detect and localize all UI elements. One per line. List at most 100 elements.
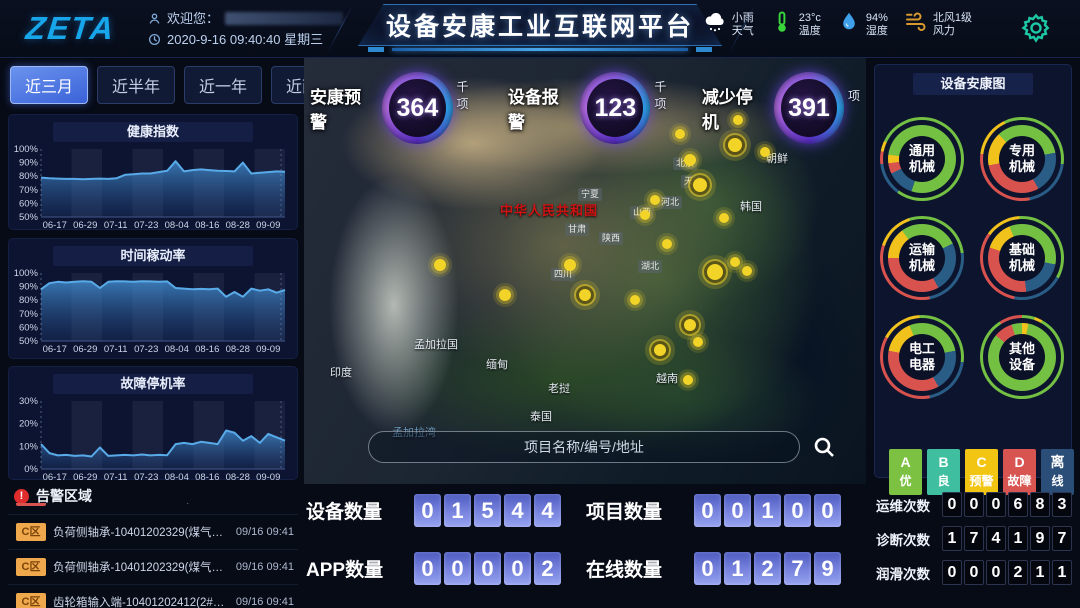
project-marker[interactable] <box>564 259 576 271</box>
project-marker[interactable] <box>662 239 672 249</box>
digit: 0 <box>964 492 984 517</box>
project-marker[interactable] <box>730 257 740 267</box>
svg-text:10%: 10% <box>19 441 39 452</box>
weather-value: 小雨 <box>732 12 754 25</box>
gauge-label-line1: 基础 <box>1009 242 1035 258</box>
legend-离: 离线 <box>1041 449 1074 495</box>
map-label: 缅甸 <box>486 356 508 372</box>
gauge-基础机械[interactable]: 基础机械 <box>980 216 1064 300</box>
alert-row[interactable]: C区齿轮箱输入端-10401202412(2#（2V）...09/16 09:4… <box>8 585 298 608</box>
province-chip: 甘肃 <box>565 223 589 236</box>
project-marker[interactable] <box>683 375 693 385</box>
alert-row[interactable]: C区负荷侧轴承-10401202329(煤气引风机电...09/16 09:41 <box>8 550 298 585</box>
settings-gear-icon[interactable] <box>1020 12 1052 44</box>
alert-zone-badge: B区 <box>16 503 46 506</box>
alert-row[interactable]: B区负荷侧轴承-10401202329(煤气引风机电...09/16 09:41 <box>8 503 298 515</box>
gauge-专用机械[interactable]: 专用机械 <box>980 117 1064 201</box>
stat-润滑次数: 润滑次数000211 <box>876 560 1072 585</box>
filter-button-1[interactable]: 近三月 <box>10 66 88 104</box>
project-marker[interactable] <box>742 266 752 276</box>
digit: 5 <box>474 494 501 527</box>
gauge-label-line2: 机械 <box>1009 258 1035 274</box>
kpi-row: 安康预警364千项设备报警123千项减少停机391项 <box>310 72 860 144</box>
svg-text:07-11: 07-11 <box>104 472 128 483</box>
project-marker[interactable] <box>434 259 446 271</box>
svg-text:07-11: 07-11 <box>104 220 128 231</box>
project-marker[interactable] <box>499 289 511 301</box>
gauge-label: 其他设备 <box>999 334 1045 380</box>
map-label: 泰国 <box>530 408 552 424</box>
gauge-通用机械[interactable]: 通用机械 <box>880 117 964 201</box>
weather-strip: 小雨天气 23°c温度 94%湿度 北风1级风力 <box>703 10 972 39</box>
stat-label: 运维次数 <box>876 495 934 515</box>
top-bar: ZETA 欢迎您： 2020-9-16 09:40:40 星期三 设备安康工业互… <box>0 0 1080 58</box>
project-marker[interactable] <box>650 195 660 205</box>
welcome-block: 欢迎您： 2020-9-16 09:40:40 星期三 <box>148 8 343 50</box>
project-marker[interactable] <box>684 154 696 166</box>
china-map[interactable]: 中华人民共和国朝鲜韩国印度孟加拉国缅甸老挝泰国越南孟加拉湾宁夏山西河北北京天津陕… <box>304 58 866 484</box>
title-decoration <box>392 48 688 51</box>
project-marker[interactable] <box>707 264 723 280</box>
search-icon[interactable] <box>812 435 836 459</box>
filter-button-3[interactable]: 近一年 <box>184 66 262 104</box>
chart-svg: 100%90%80%70%60%50%06-1706-2907-1107-230… <box>9 144 293 232</box>
project-marker[interactable] <box>654 344 666 356</box>
digit: 0 <box>414 552 441 585</box>
svg-text:06-17: 06-17 <box>43 472 67 483</box>
digit: 1 <box>1008 526 1028 551</box>
counter-grid: 设备数量01544项目数量00100APP数量00002在线数量01279 <box>306 490 866 588</box>
map-search-box[interactable] <box>368 431 800 463</box>
digit: 0 <box>986 560 1006 585</box>
clock-icon <box>148 33 161 46</box>
svg-text:50%: 50% <box>19 212 39 223</box>
filter-button-2[interactable]: 近半年 <box>97 66 175 104</box>
project-marker[interactable] <box>760 147 770 157</box>
page-title-frame: 设备安康工业互联网平台 <box>358 4 722 46</box>
kpi-ring: 364 <box>382 72 452 144</box>
svg-text:70%: 70% <box>19 309 39 320</box>
gauge-运输机械[interactable]: 运输机械 <box>880 216 964 300</box>
alert-text: 负荷侧轴承-10401202329(煤气引风机电... <box>53 524 229 540</box>
svg-text:90%: 90% <box>19 158 39 169</box>
project-marker[interactable] <box>693 337 703 347</box>
svg-text:08-16: 08-16 <box>195 344 219 355</box>
weather-label: 湿度 <box>866 25 888 38</box>
project-marker[interactable] <box>719 213 729 223</box>
alert-row[interactable]: C区负荷侧轴承-10401202329(煤气引风机电...09/16 09:41 <box>8 515 298 550</box>
weather-item: 23°c温度 <box>770 10 821 39</box>
legend-B: B良 <box>927 449 960 495</box>
project-marker[interactable] <box>640 210 650 220</box>
svg-text:70%: 70% <box>19 185 39 196</box>
counter-APP数量: APP数量00002 <box>306 548 586 588</box>
project-marker[interactable] <box>630 295 640 305</box>
gauge-label: 电工电器 <box>899 334 945 380</box>
digit: 0 <box>784 494 811 527</box>
fault-downtime-panel: 故障停机率 30%20%10%0%06-1706-2907-1107-2308-… <box>8 366 298 480</box>
weather-text: 小雨天气 <box>732 12 754 38</box>
alert-time: 09/16 09:41 <box>236 596 294 608</box>
map-label: 中华人民共和国 <box>500 200 598 219</box>
kpi-label: 减少停机 <box>702 83 768 133</box>
project-marker[interactable] <box>579 289 591 301</box>
counter-digits: 01544 <box>414 494 561 527</box>
weather-text: 北风1级风力 <box>933 12 972 38</box>
weather-value: 94% <box>866 12 888 25</box>
alert-list[interactable]: B区负荷侧轴承-10401202329(煤气引风机电...09/16 09:41… <box>8 503 298 608</box>
project-marker[interactable] <box>693 178 707 192</box>
weather-label: 天气 <box>732 25 754 38</box>
project-marker[interactable] <box>684 319 696 331</box>
gauge-label: 运输机械 <box>899 235 945 281</box>
search-input[interactable] <box>391 438 778 456</box>
map-label: 孟加拉国 <box>414 336 458 352</box>
digit: 9 <box>814 552 841 585</box>
maintenance-stats: 运维次数000683诊断次数174197润滑次数000211 <box>876 492 1072 585</box>
counter-项目数量: 项目数量00100 <box>586 490 866 530</box>
svg-text:08-04: 08-04 <box>165 344 189 355</box>
stat-digits: 174197 <box>942 526 1072 551</box>
counter-设备数量: 设备数量01544 <box>306 490 586 530</box>
gauge-电工电器[interactable]: 电工电器 <box>880 315 964 399</box>
gauge-其他设备[interactable]: 其他设备 <box>980 315 1064 399</box>
page-title: 设备安康工业互联网平台 <box>386 7 694 43</box>
digit: 1 <box>1030 560 1050 585</box>
gauge-label-line2: 电器 <box>909 357 935 373</box>
